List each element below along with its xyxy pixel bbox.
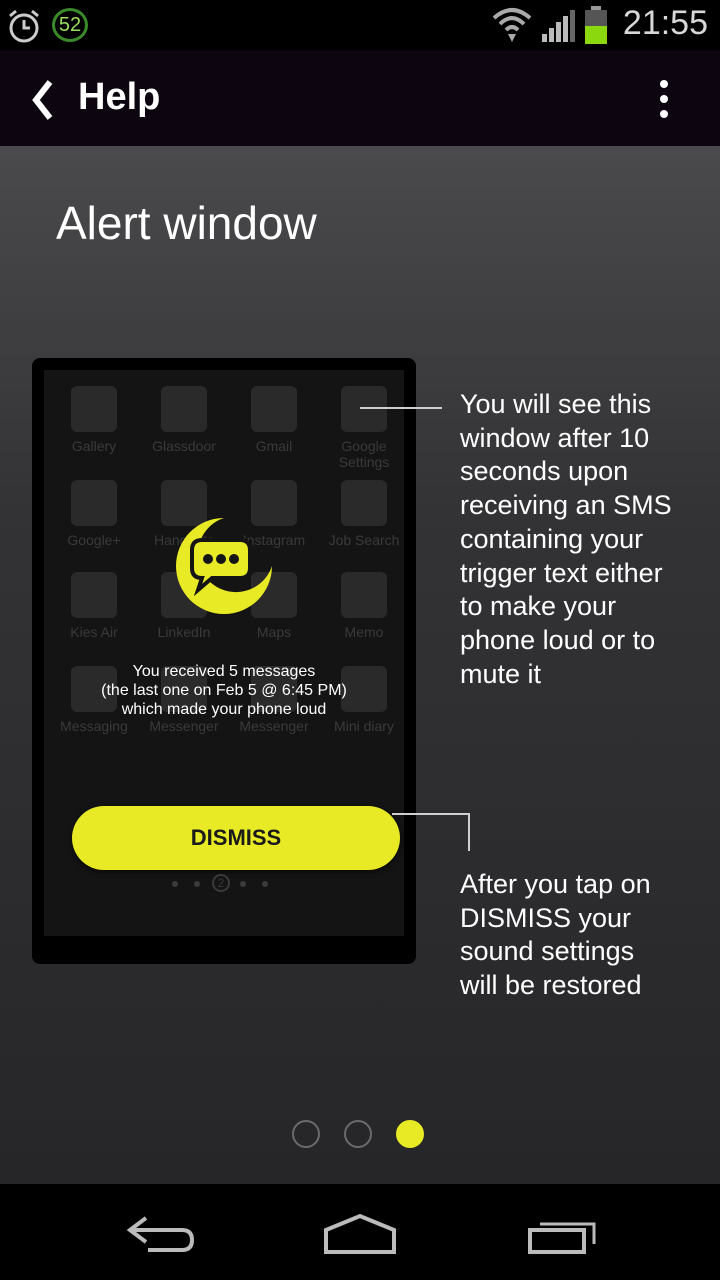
status-bar: 52 21:55 — [0, 0, 720, 50]
app-icon — [341, 572, 387, 618]
app-bar-title: Help — [78, 76, 161, 118]
alert-message-line3: which made your phone loud — [121, 701, 327, 718]
app-logo-icon — [176, 518, 272, 614]
preview-app-item: Gallery — [54, 386, 134, 454]
preview-app-item: Memo — [324, 572, 404, 640]
app-label: Gallery — [71, 438, 117, 454]
overflow-menu-icon[interactable] — [652, 78, 676, 122]
app-icon — [251, 386, 297, 432]
recent-apps-icon[interactable] — [526, 1216, 598, 1256]
preview-app-item: Job Search — [324, 480, 404, 548]
app-label: Glassdoor — [152, 438, 216, 454]
app-icon — [341, 386, 387, 432]
app-label: Memo — [344, 624, 384, 640]
alert-message-line1: You received 5 messages — [132, 663, 316, 680]
back-icon[interactable] — [124, 1214, 196, 1254]
alert-message-line2: (the last one on Feb 5 @ 6:45 PM) — [101, 682, 347, 699]
app-label: Messenger — [149, 718, 219, 734]
alarm-icon — [9, 9, 39, 43]
phone-preview: Gallery Glassdoor Gmail Google Settings Goog… — [32, 358, 416, 964]
navigation-bar — [0, 1184, 720, 1280]
app-label: Maps — [256, 624, 292, 640]
home-icon[interactable] — [322, 1212, 398, 1256]
clock-time: 21:55 — [622, 4, 708, 42]
dismiss-button[interactable]: DISMISS — [72, 806, 400, 870]
app-bar: Help — [0, 50, 720, 146]
callout-connector-top — [360, 407, 442, 409]
preview-app-item: Glassdoor — [144, 386, 224, 454]
callout-connector-bottom-h — [392, 813, 470, 815]
preview-app-item: Google+ — [54, 480, 134, 548]
wifi-icon — [492, 8, 532, 42]
app-icon — [71, 386, 117, 432]
preview-app-item: Google Settings — [324, 386, 404, 470]
home-page-indicator: 2 — [168, 874, 280, 894]
app-icon — [341, 480, 387, 526]
back-chevron-icon[interactable] — [30, 80, 54, 120]
app-label: Google Settings — [338, 438, 390, 470]
app-icon — [71, 572, 117, 618]
battery-icon — [585, 6, 607, 44]
app-label: Job Search — [328, 532, 400, 548]
notification-badge: 52 — [52, 8, 88, 42]
preview-app-item: Kies Air — [54, 572, 134, 640]
preview-app-item: Gmail — [234, 386, 314, 454]
phone-screen: Gallery Glassdoor Gmail Google Settings Goog… — [44, 370, 404, 936]
app-icon — [161, 386, 207, 432]
pager-dot-2[interactable] — [344, 1120, 372, 1148]
page-title: Alert window — [56, 197, 317, 249]
callout-top: You will see this window after 10 seconds … — [460, 389, 672, 689]
app-label: Kies Air — [70, 624, 118, 640]
app-label: LinkedIn — [157, 624, 211, 640]
app-label: Messaging — [60, 718, 128, 734]
app-label: Mini diary — [334, 718, 394, 734]
pager-dot-1[interactable] — [292, 1120, 320, 1148]
app-icon — [71, 480, 117, 526]
app-label: Google+ — [67, 532, 121, 548]
app-label: Gmail — [255, 438, 293, 454]
signal-icon — [542, 10, 575, 42]
callout-bottom: After you tap on DISMISS your sound setti… — [460, 869, 651, 1001]
callout-connector-bottom-v — [468, 813, 470, 851]
pager-dot-3[interactable] — [396, 1120, 424, 1148]
help-content: Alert window Gallery Glassdoor Gmail Google… — [0, 146, 720, 1184]
app-label: Messenger — [239, 718, 309, 734]
